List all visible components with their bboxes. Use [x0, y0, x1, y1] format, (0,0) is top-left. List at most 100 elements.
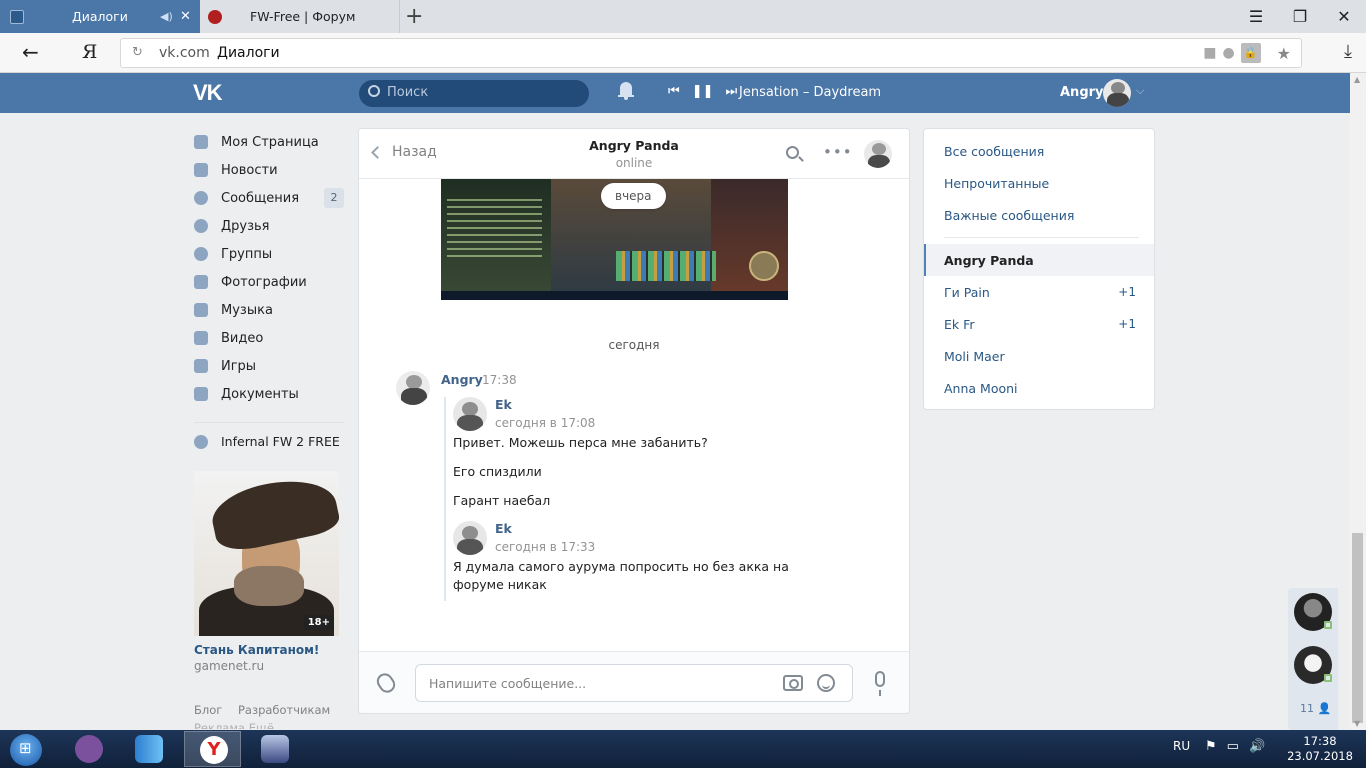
microphone-icon[interactable] — [875, 671, 885, 696]
taskbar-file-explorer[interactable] — [120, 731, 177, 767]
page-scrollbar[interactable]: ▲ ▼ — [1350, 73, 1366, 730]
sidebar-item-music[interactable]: Музыка — [194, 296, 344, 324]
scroll-up-icon[interactable]: ▲ — [1354, 75, 1360, 84]
network-icon[interactable]: ▭ — [1227, 739, 1239, 754]
flag-icon[interactable]: ⚑ — [1205, 739, 1217, 754]
sidebar-item-label: Группы — [221, 246, 273, 262]
mic-permission-icon[interactable]: ● — [1222, 45, 1234, 61]
vk-favicon-icon — [10, 9, 24, 24]
ad-image[interactable]: 18+ — [194, 471, 339, 636]
avatar[interactable] — [453, 397, 487, 431]
menu-icon[interactable]: ☰ — [1234, 0, 1278, 33]
vk-logo[interactable]: VK — [193, 80, 223, 106]
left-menu: Моя Страница Новости Сообщения 2 Друзья Г… — [194, 128, 344, 408]
video-icon — [194, 331, 208, 345]
filter-important[interactable]: Важные сообщения — [944, 208, 1074, 223]
clock-time: 17:38 — [1303, 734, 1337, 748]
sidebar-item-news[interactable]: Новости — [194, 156, 344, 184]
footer-link-blog[interactable]: Блог — [194, 703, 222, 717]
sidebar-item-label: Документы — [221, 386, 299, 402]
camera-icon[interactable] — [783, 675, 803, 691]
speaker-icon[interactable]: ◀) — [160, 10, 173, 23]
sidebar-item-friends[interactable]: Друзья — [194, 212, 344, 240]
language-indicator[interactable]: RU — [1173, 739, 1190, 753]
chevron-down-icon[interactable]: ⌵ — [1136, 84, 1144, 98]
game-icon — [261, 735, 289, 763]
restore-icon[interactable]: ❐ — [1278, 0, 1322, 33]
taskbar: ⊞ Y RU ⚑ ▭ 🔊 17:38 23.07.2018 — [0, 730, 1366, 768]
sidebar-item-photos[interactable]: Фотографии — [194, 268, 344, 296]
footer-link-developers[interactable]: Разработчикам — [238, 703, 330, 717]
home-icon — [194, 135, 208, 149]
avatar[interactable] — [396, 371, 430, 405]
scrollbar-thumb[interactable] — [1352, 533, 1363, 723]
next-track-icon[interactable]: ⏭ — [726, 84, 738, 99]
sidebar-item-video[interactable]: Видео — [194, 324, 344, 352]
track-title[interactable]: Jensation – Daydream — [739, 85, 881, 100]
sidebar-item-documents[interactable]: Документы — [194, 380, 344, 408]
attach-icon[interactable] — [373, 670, 399, 696]
sidebar-item-label: Новости — [221, 162, 278, 178]
online-friends-count[interactable]: 11 👤 — [1300, 702, 1331, 715]
ad-title[interactable]: Стань Капитаном! — [194, 643, 319, 657]
taskbar-yandex-browser[interactable]: Y — [184, 731, 241, 767]
conversation-item[interactable]: Angry Panda — [944, 253, 1034, 268]
lock-icon[interactable]: 🔒 — [1240, 43, 1261, 63]
unread-count-badge: +1 — [1118, 317, 1136, 331]
sidebar-item-messages[interactable]: Сообщения 2 — [194, 184, 344, 212]
conversation-item[interactable]: Moli Maer — [944, 349, 1005, 364]
bookmark-star-icon[interactable]: ★ — [1277, 44, 1291, 63]
sidebar-item-label: Сообщения — [221, 190, 300, 206]
viber-icon — [75, 735, 103, 763]
message-time[interactable]: 17:38 — [482, 373, 517, 387]
music-icon — [194, 303, 208, 317]
pause-icon[interactable]: ❚❚ — [692, 84, 714, 99]
search-icon[interactable] — [786, 146, 799, 159]
bell-icon[interactable] — [618, 82, 634, 100]
sidebar-footer-more[interactable]: Реклама Ещё — [194, 721, 274, 729]
user-name[interactable]: Angry — [1060, 85, 1104, 100]
scroll-down-icon[interactable]: ▼ — [1354, 719, 1360, 728]
sidebar-item-label: Видео — [221, 330, 264, 346]
sidebar-item-games[interactable]: Игры — [194, 352, 344, 380]
camera-permission-icon[interactable]: ■ — [1203, 45, 1216, 61]
reload-icon[interactable]: ↻ — [132, 45, 143, 60]
taskbar-game[interactable] — [246, 731, 303, 767]
volume-icon[interactable]: 🔊 — [1249, 739, 1265, 754]
tab-forum[interactable]: FW-Free | Форум — [200, 0, 400, 33]
close-tab-icon[interactable]: ✕ — [180, 9, 191, 24]
forward-author[interactable]: Ek — [495, 397, 512, 412]
sidebar-item-label: Друзья — [221, 218, 270, 234]
conversation-item[interactable]: Ги Pain — [944, 285, 990, 300]
avatar[interactable] — [453, 521, 487, 555]
downloads-icon[interactable]: ⤓ — [1344, 41, 1352, 62]
prev-track-icon[interactable]: ⏮ — [668, 84, 680, 99]
window-controls: ☰ ❐ ✕ — [1234, 0, 1366, 33]
sidebar-item-group[interactable]: Infernal FW 2 FREE — [194, 434, 344, 449]
forward-author[interactable]: Ek — [495, 521, 512, 536]
conversation-item[interactable]: Ek Fr — [944, 317, 975, 332]
close-window-icon[interactable]: ✕ — [1322, 0, 1366, 33]
ad-site: gamenet.ru — [194, 659, 265, 673]
online-indicator-icon — [1324, 674, 1332, 682]
tab-title: Диалоги — [72, 9, 128, 24]
avatar[interactable] — [1103, 79, 1131, 107]
message-author[interactable]: Angry — [441, 372, 483, 387]
clock[interactable]: 17:38 23.07.2018 — [1280, 734, 1360, 764]
tab-dialogs[interactable]: Диалоги ◀) ✕ — [0, 0, 200, 33]
sidebar-item-groups[interactable]: Группы — [194, 240, 344, 268]
url-field[interactable]: ↻ vk.com Диалоги ■ ● 🔒 ★ — [120, 38, 1302, 68]
filter-unread[interactable]: Непрочитанные — [944, 176, 1049, 191]
avatar[interactable] — [864, 140, 892, 168]
new-tab-button[interactable]: + — [405, 4, 423, 29]
taskbar-viber[interactable] — [60, 731, 117, 767]
search-input[interactable]: Поиск — [359, 80, 589, 107]
conversation-item[interactable]: Anna Mooni — [944, 381, 1018, 396]
filter-all-messages[interactable]: Все сообщения — [944, 144, 1044, 159]
sidebar-item-my-page[interactable]: Моя Страница — [194, 128, 344, 156]
start-button[interactable]: ⊞ — [10, 734, 42, 766]
back-button[interactable]: ← — [22, 40, 39, 64]
emoji-icon[interactable] — [817, 674, 835, 692]
more-icon[interactable]: ••• — [823, 143, 853, 161]
yandex-logo[interactable]: Я — [82, 41, 97, 63]
